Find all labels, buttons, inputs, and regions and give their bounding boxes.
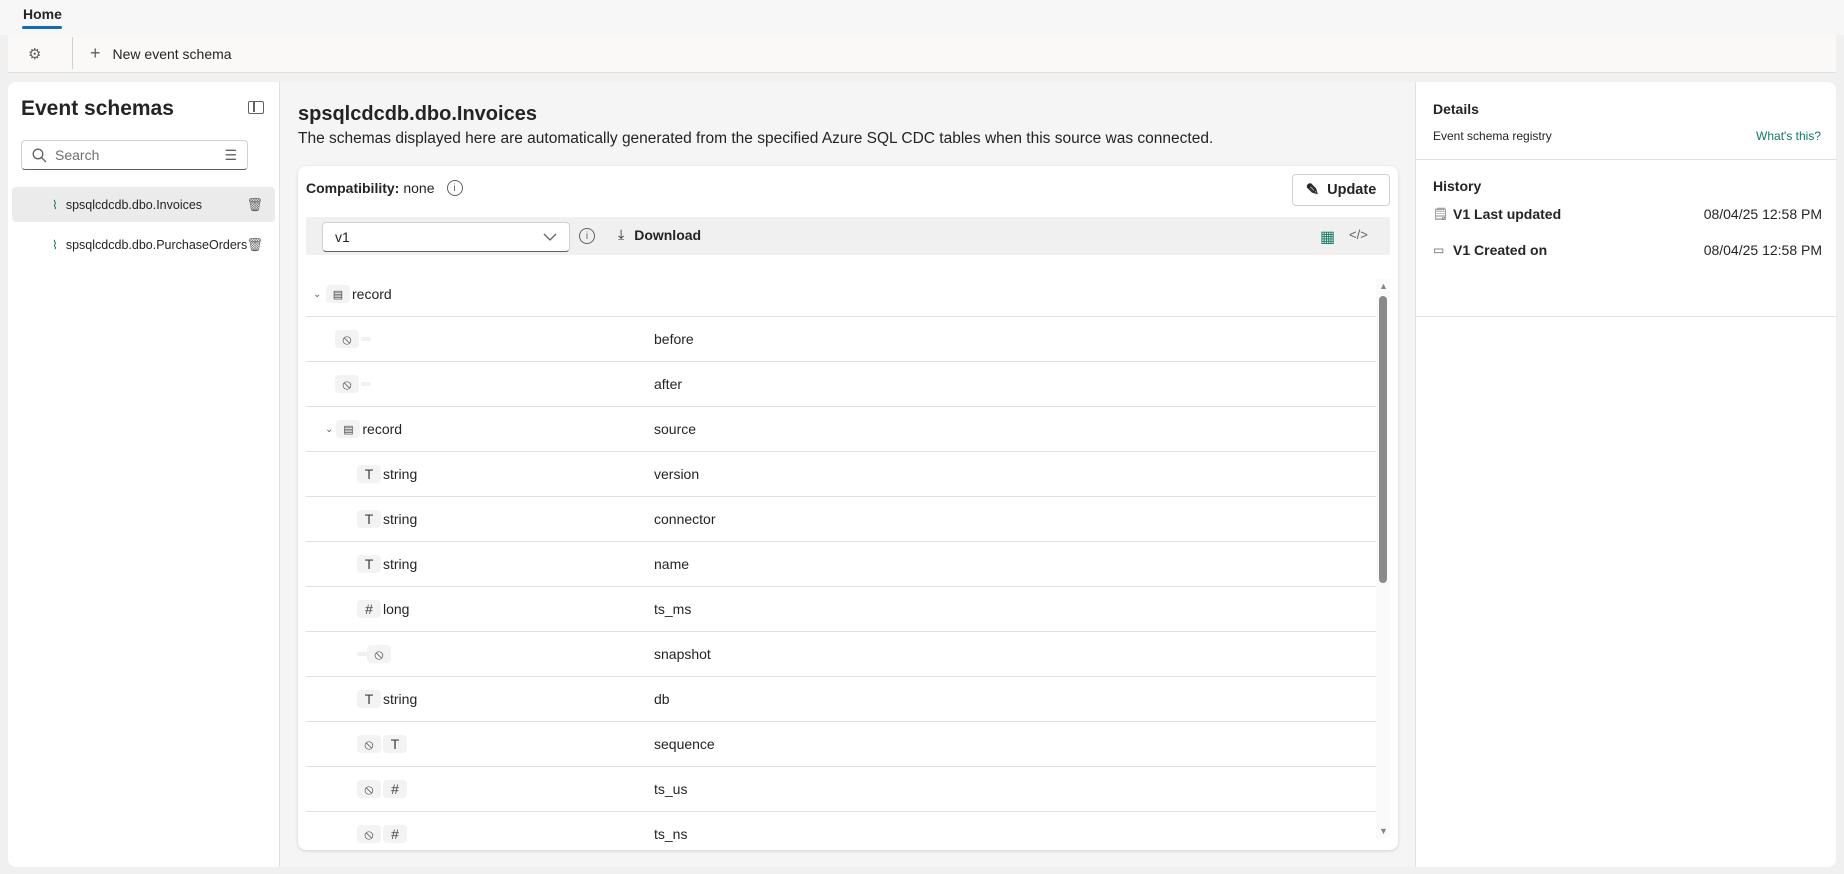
history-date: 08/04/25 12:58 PM: [1703, 242, 1822, 258]
whats-this-link[interactable]: What's this?: [1756, 129, 1821, 143]
scroll-down-icon[interactable]: ▼: [1379, 826, 1388, 836]
scroll-up-icon[interactable]: ▲: [1379, 281, 1388, 291]
details-panel: Details Event schema registry What's thi…: [1415, 82, 1837, 867]
history-item: ▭ V1 Created on 08/04/25 12:58 PM: [1433, 242, 1822, 258]
type-label: string: [383, 556, 418, 572]
field-name: ts_ns: [654, 826, 688, 842]
tree-row[interactable]: ⦸ Tsequence: [306, 722, 1376, 767]
tree-row[interactable]: Tstring name: [306, 542, 1376, 587]
calendar-icon: ▭: [1433, 243, 1445, 257]
type-label: string: [383, 511, 418, 527]
tree-row-root[interactable]: ⌄ ▤ record: [306, 272, 1376, 317]
tree-row[interactable]: ⦸ # ts_ns: [306, 812, 1376, 847]
history-item: 🗒 V1 Last updated 08/04/25 12:58 PM: [1433, 206, 1822, 222]
tree-row[interactable]: Tstring connector: [306, 497, 1376, 542]
field-name: sequence: [654, 736, 715, 752]
chevron-down-icon[interactable]: ⌄: [325, 424, 333, 435]
scrollbar-thumb[interactable]: [1379, 296, 1387, 583]
tree-row[interactable]: ⦸ # ts_us: [306, 767, 1376, 812]
field-name: source: [654, 421, 697, 437]
divider: [1416, 316, 1837, 317]
null-icon: ⦸: [335, 330, 359, 348]
field-name: before: [654, 331, 694, 347]
null-icon: ⦸: [357, 735, 381, 753]
string-type-icon: T: [383, 735, 407, 753]
string-type-icon: T: [357, 690, 381, 708]
tree-row[interactable]: ⦸ snapshot: [306, 632, 1376, 677]
tree-row[interactable]: # long ts_ms: [306, 587, 1376, 632]
history-title: History: [1433, 178, 1482, 194]
chevron-down-icon[interactable]: ⌄: [313, 289, 321, 300]
field-name: connector: [654, 511, 716, 527]
field-name: db: [654, 691, 670, 707]
registry-label: Event schema registry: [1433, 129, 1552, 143]
tree-row[interactable]: ⦸ after: [306, 362, 1376, 407]
edit-document-icon: 🗒: [1433, 207, 1449, 221]
type-label: string: [383, 691, 418, 707]
history-label: V1 Created on: [1453, 242, 1548, 258]
field-name: ts_us: [654, 781, 688, 797]
history-date: 08/04/25 12:58 PM: [1703, 206, 1822, 222]
tree-row[interactable]: ⦸ before: [306, 317, 1376, 362]
number-type-icon: #: [383, 780, 407, 798]
scrollbar[interactable]: ▲ ▼: [1376, 279, 1390, 838]
placeholder-dash: [357, 652, 367, 656]
field-name: ts_ms: [654, 601, 692, 617]
tree-row[interactable]: ⌄ ▤ record source: [306, 407, 1376, 452]
null-icon: ⦸: [357, 780, 381, 798]
type-label: record: [362, 421, 403, 437]
null-icon: ⦸: [335, 375, 359, 393]
record-icon: ▤: [326, 285, 350, 303]
number-type-icon: #: [383, 825, 407, 843]
null-icon: ⦸: [367, 645, 391, 663]
field-name: snapshot: [654, 646, 711, 662]
field-name: name: [654, 556, 690, 572]
record-icon: ▤: [336, 420, 361, 438]
type-label: record: [352, 286, 392, 302]
string-type-icon: T: [357, 555, 381, 573]
tree-row[interactable]: Tstring version: [306, 452, 1376, 497]
string-type-icon: T: [357, 465, 381, 483]
divider: [1416, 159, 1837, 160]
type-label: string: [383, 466, 418, 482]
tree-row[interactable]: Tstring db: [306, 677, 1376, 722]
type-label: long: [383, 601, 410, 617]
null-icon: ⦸: [357, 825, 381, 843]
field-name: after: [654, 376, 683, 392]
placeholder-dash: [361, 382, 371, 386]
history-label: V1 Last updated: [1453, 206, 1562, 222]
details-title: Details: [1433, 101, 1479, 117]
field-name: version: [654, 466, 700, 482]
placeholder-dash: [361, 337, 371, 341]
number-type-icon: #: [357, 600, 381, 618]
string-type-icon: T: [357, 510, 381, 528]
